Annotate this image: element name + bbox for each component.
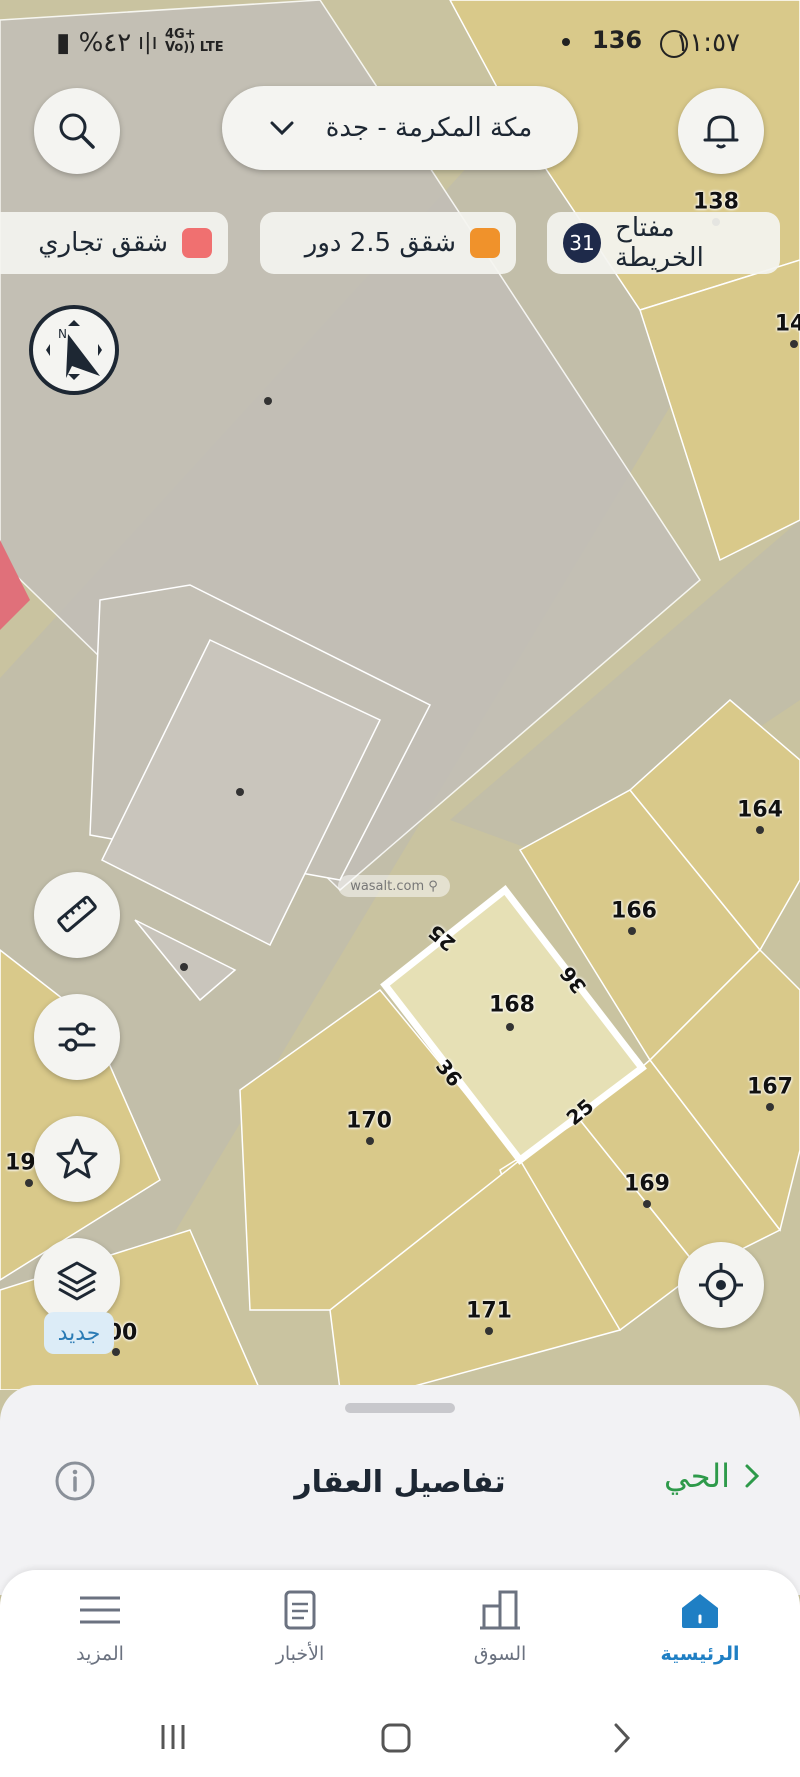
notifications-button[interactable]	[678, 88, 764, 174]
plot-label[interactable]: 14	[775, 312, 800, 337]
plot-label[interactable]: 138	[693, 190, 739, 215]
map-key-count: 31	[563, 223, 602, 263]
compass-button[interactable]: N	[28, 304, 120, 396]
battery-icon: ▮	[56, 28, 71, 58]
wasalt-watermark: wasalt.com ⚲	[338, 875, 450, 897]
plot-label[interactable]: 170	[346, 1109, 392, 1134]
menu-icon	[80, 1596, 120, 1624]
map-key-chip[interactable]: 31 مفتاح الخريطة	[547, 212, 780, 274]
nav-label: الأخبار	[275, 1643, 325, 1665]
legend-chip-apartments-2-5[interactable]: شقق 2.5 دور	[260, 212, 516, 274]
map-canvas[interactable]	[0, 0, 800, 1390]
nav-item-more[interactable]: المزيد	[25, 1590, 175, 1665]
ruler-icon	[57, 895, 97, 933]
sliders-icon	[58, 1022, 96, 1052]
plot-label[interactable]: 166	[611, 899, 657, 924]
nav-label: السوق	[473, 1643, 527, 1665]
legend-swatch	[182, 228, 212, 258]
map-key-label: مفتاح الخريطة	[615, 213, 704, 273]
bottom-navigation: المزيد الأخبار السوق الرئيسية	[0, 1570, 800, 1777]
home-icon	[682, 1594, 718, 1628]
svg-text:N: N	[58, 327, 67, 341]
city-selector-label: مكة المكرمة - جدة	[325, 113, 533, 143]
bell-icon	[703, 115, 739, 149]
home-nav-icon[interactable]	[380, 1722, 412, 1754]
sheet-drag-handle[interactable]	[345, 1403, 455, 1413]
plot-label[interactable]: 167	[747, 1075, 793, 1100]
nav-item-news[interactable]: الأخبار	[225, 1590, 375, 1665]
legend-chip-commercial-apartments[interactable]: شقق تجاري	[0, 212, 228, 274]
plot-label[interactable]: 164	[737, 798, 783, 823]
my-location-button[interactable]	[678, 1242, 764, 1328]
chevron-right-icon	[745, 1464, 760, 1488]
notification-dot	[562, 38, 570, 46]
plot-label[interactable]: 169	[624, 1172, 670, 1197]
search-button[interactable]	[34, 88, 120, 174]
battery-indicator: ▮ %٤٢	[56, 28, 132, 58]
neighborhood-link[interactable]: الحي	[664, 1457, 760, 1495]
neighborhood-label: الحي	[664, 1457, 730, 1495]
filter-button[interactable]	[34, 994, 120, 1080]
crosshair-icon	[699, 1263, 743, 1307]
clock: ١١:٥٧	[675, 28, 740, 58]
network-type: 4G+ Vo)) LTE	[165, 27, 224, 55]
star-icon	[56, 1138, 98, 1179]
system-navigation-bar	[0, 1710, 800, 1770]
new-badge: جديد	[44, 1312, 114, 1354]
pin-icon: ⚲	[428, 878, 438, 894]
nav-item-home[interactable]: الرئيسية	[625, 1590, 775, 1665]
legend-chip-label: شقق 2.5 دور	[304, 228, 456, 258]
nav-label: الرئيسية	[660, 1643, 740, 1665]
nav-item-market[interactable]: السوق	[425, 1590, 575, 1665]
signal-icon: ı|ı	[138, 30, 158, 55]
measure-button[interactable]	[34, 872, 120, 958]
search-icon	[59, 113, 95, 149]
property-details-sheet[interactable]: تفاصيل العقار الحي	[0, 1385, 800, 1595]
buildings-icon	[480, 1590, 520, 1630]
city-selector[interactable]: مكة المكرمة - جدة	[222, 86, 578, 170]
plot-label[interactable]: 171	[466, 1299, 512, 1324]
recent-apps-icon[interactable]	[158, 1722, 188, 1752]
plot-label-selected[interactable]: 168	[489, 993, 535, 1018]
back-icon[interactable]	[610, 1722, 634, 1754]
notification-count: 136	[592, 26, 643, 54]
legend-chip-label: شقق تجاري	[38, 228, 168, 258]
status-bar: ▮ %٤٢ ı|ı 4G+ Vo)) LTE 136 ١١:٥٧	[0, 0, 800, 90]
compass-icon: N	[29, 305, 119, 395]
nav-label: المزيد	[76, 1643, 124, 1665]
favorites-button[interactable]	[34, 1116, 120, 1202]
chevron-down-icon	[270, 121, 294, 136]
news-icon	[284, 1590, 316, 1630]
legend-swatch	[470, 228, 500, 258]
layers-icon	[57, 1261, 97, 1301]
map-view[interactable]: 138 14 164 166 167 168 169 170 171 198 0…	[0, 0, 800, 1390]
